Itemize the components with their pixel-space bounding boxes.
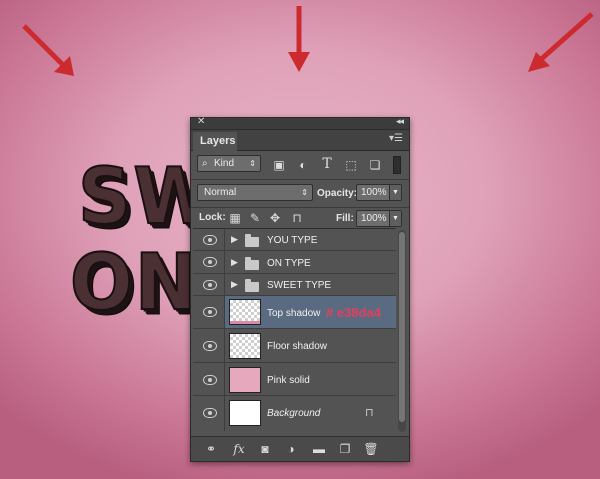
eye-icon[interactable]: [203, 375, 217, 385]
eye-icon[interactable]: [203, 341, 217, 351]
filter-row: ⌕ Kind ⇕ ▣ ◐ T ⬚ ❏: [191, 152, 409, 178]
folder-icon[interactable]: ▬: [311, 443, 327, 455]
eye-icon[interactable]: [203, 257, 217, 267]
blend-mode-dropdown[interactable]: Normal ⇕: [197, 184, 313, 201]
panel-tabbar: Layers ▾☰: [191, 130, 409, 151]
lock-all-icon[interactable]: ⊓: [289, 212, 305, 224]
layer-row-background[interactable]: Background ⊓: [193, 396, 396, 431]
eye-icon[interactable]: [203, 307, 217, 317]
eye-icon[interactable]: [203, 280, 217, 290]
opacity-field[interactable]: 100% ▼: [356, 184, 402, 201]
opacity-value: 100%: [361, 187, 387, 198]
layer-row-selected[interactable]: Top shadow # e38da4: [193, 296, 396, 329]
new-layer-icon[interactable]: ❐: [337, 443, 353, 455]
tab-layers[interactable]: Layers: [193, 132, 237, 151]
layers-list: ▶ YOU TYPE ▶ ON TYPE ▶ SWEET TYPE Top sh…: [193, 228, 396, 434]
fx-icon[interactable]: fx: [231, 443, 247, 455]
panel-menu-icon[interactable]: ▾☰: [389, 133, 403, 144]
filter-toggle[interactable]: [393, 156, 401, 174]
chevron-down-icon[interactable]: ▼: [389, 185, 401, 200]
layer-row-group[interactable]: ▶ SWEET TYPE: [193, 274, 396, 296]
layer-name: YOU TYPE: [267, 235, 318, 246]
search-icon: ⌕: [202, 158, 208, 169]
kind-dropdown[interactable]: ⌕ Kind ⇕: [197, 155, 261, 172]
layer-thumbnail: [229, 400, 261, 426]
lock-move-icon[interactable]: ✥: [267, 212, 283, 224]
blend-row: Normal ⇕ Opacity: 100% ▼: [191, 180, 409, 206]
layer-thumbnail: [229, 333, 261, 359]
panel-titlebar: ✕ ◂◂: [191, 116, 409, 130]
fill-field[interactable]: 100% ▼: [356, 210, 402, 227]
folder-icon: [245, 279, 259, 292]
disclosure-triangle-icon[interactable]: ▶: [231, 257, 238, 268]
color-hex-annotation: # e38da4: [326, 305, 381, 320]
blend-mode-value: Normal: [204, 187, 237, 198]
folder-icon: [245, 257, 259, 270]
layer-thumbnail: [229, 367, 261, 393]
layer-name: ON TYPE: [267, 258, 311, 269]
lock-icon: ⊓: [365, 407, 374, 419]
eye-icon[interactable]: [203, 235, 217, 245]
mask-icon[interactable]: ◙: [257, 443, 273, 455]
layer-row-group[interactable]: ▶ YOU TYPE: [193, 229, 396, 251]
chevron-down-icon[interactable]: ▼: [389, 211, 401, 226]
lock-label: Lock:: [199, 212, 226, 223]
layer-thumbnail: [229, 299, 261, 325]
layer-row-group[interactable]: ▶ ON TYPE: [193, 251, 396, 274]
disclosure-triangle-icon[interactable]: ▶: [231, 279, 238, 290]
arrow-center: [288, 6, 310, 72]
smart-object-filter-icon[interactable]: ❏: [367, 159, 383, 171]
arrow-right: [528, 12, 594, 72]
layer-name: SWEET TYPE: [267, 280, 332, 291]
layer-name: Top shadow: [267, 308, 321, 319]
layer-name: Background: [267, 408, 321, 419]
fill-value: 100%: [361, 213, 387, 224]
lock-paint-icon[interactable]: ✎: [247, 212, 263, 224]
lock-transparency-icon[interactable]: ▦: [227, 212, 243, 224]
double-chevron-icon[interactable]: ◂◂: [396, 116, 404, 127]
layer-row[interactable]: Floor shadow: [193, 329, 396, 363]
adjustment-filter-icon[interactable]: ◐: [295, 159, 311, 171]
adjustment-icon[interactable]: ◑: [283, 443, 299, 455]
image-filter-icon[interactable]: ▣: [271, 159, 287, 171]
arrow-left: [22, 24, 74, 76]
folder-icon: [245, 234, 259, 247]
scrollbar-thumb[interactable]: [399, 232, 405, 422]
link-icon[interactable]: ⚭: [203, 443, 219, 455]
layer-name: Pink solid: [267, 375, 310, 386]
close-icon[interactable]: ✕: [197, 116, 205, 127]
fill-label: Fill:: [336, 213, 354, 224]
layer-row[interactable]: Pink solid: [193, 363, 396, 396]
panel-footer: ⚭ fx ◙ ◑ ▬ ❐ 🗑: [191, 436, 409, 461]
chevron-updown-icon: ⇕: [301, 188, 308, 197]
kind-label: Kind: [214, 158, 235, 169]
opacity-label: Opacity:: [317, 188, 358, 199]
layers-panel: ✕ ◂◂ Layers ▾☰ ⌕ Kind ⇕ ▣ ◐ T ⬚ ❏ Normal…: [190, 116, 410, 462]
eye-icon[interactable]: [203, 408, 217, 418]
disclosure-triangle-icon[interactable]: ▶: [231, 234, 238, 245]
lock-row: Lock: ▦ ✎ ✥ ⊓ Fill: 100% ▼: [191, 207, 409, 229]
chevron-updown-icon: ⇕: [249, 159, 256, 168]
layers-scrollbar[interactable]: [398, 230, 406, 432]
shape-filter-icon[interactable]: ⬚: [343, 159, 359, 171]
layer-name: Floor shadow: [267, 341, 328, 352]
type-filter-icon[interactable]: T: [319, 157, 335, 171]
trash-icon[interactable]: 🗑: [363, 443, 379, 455]
